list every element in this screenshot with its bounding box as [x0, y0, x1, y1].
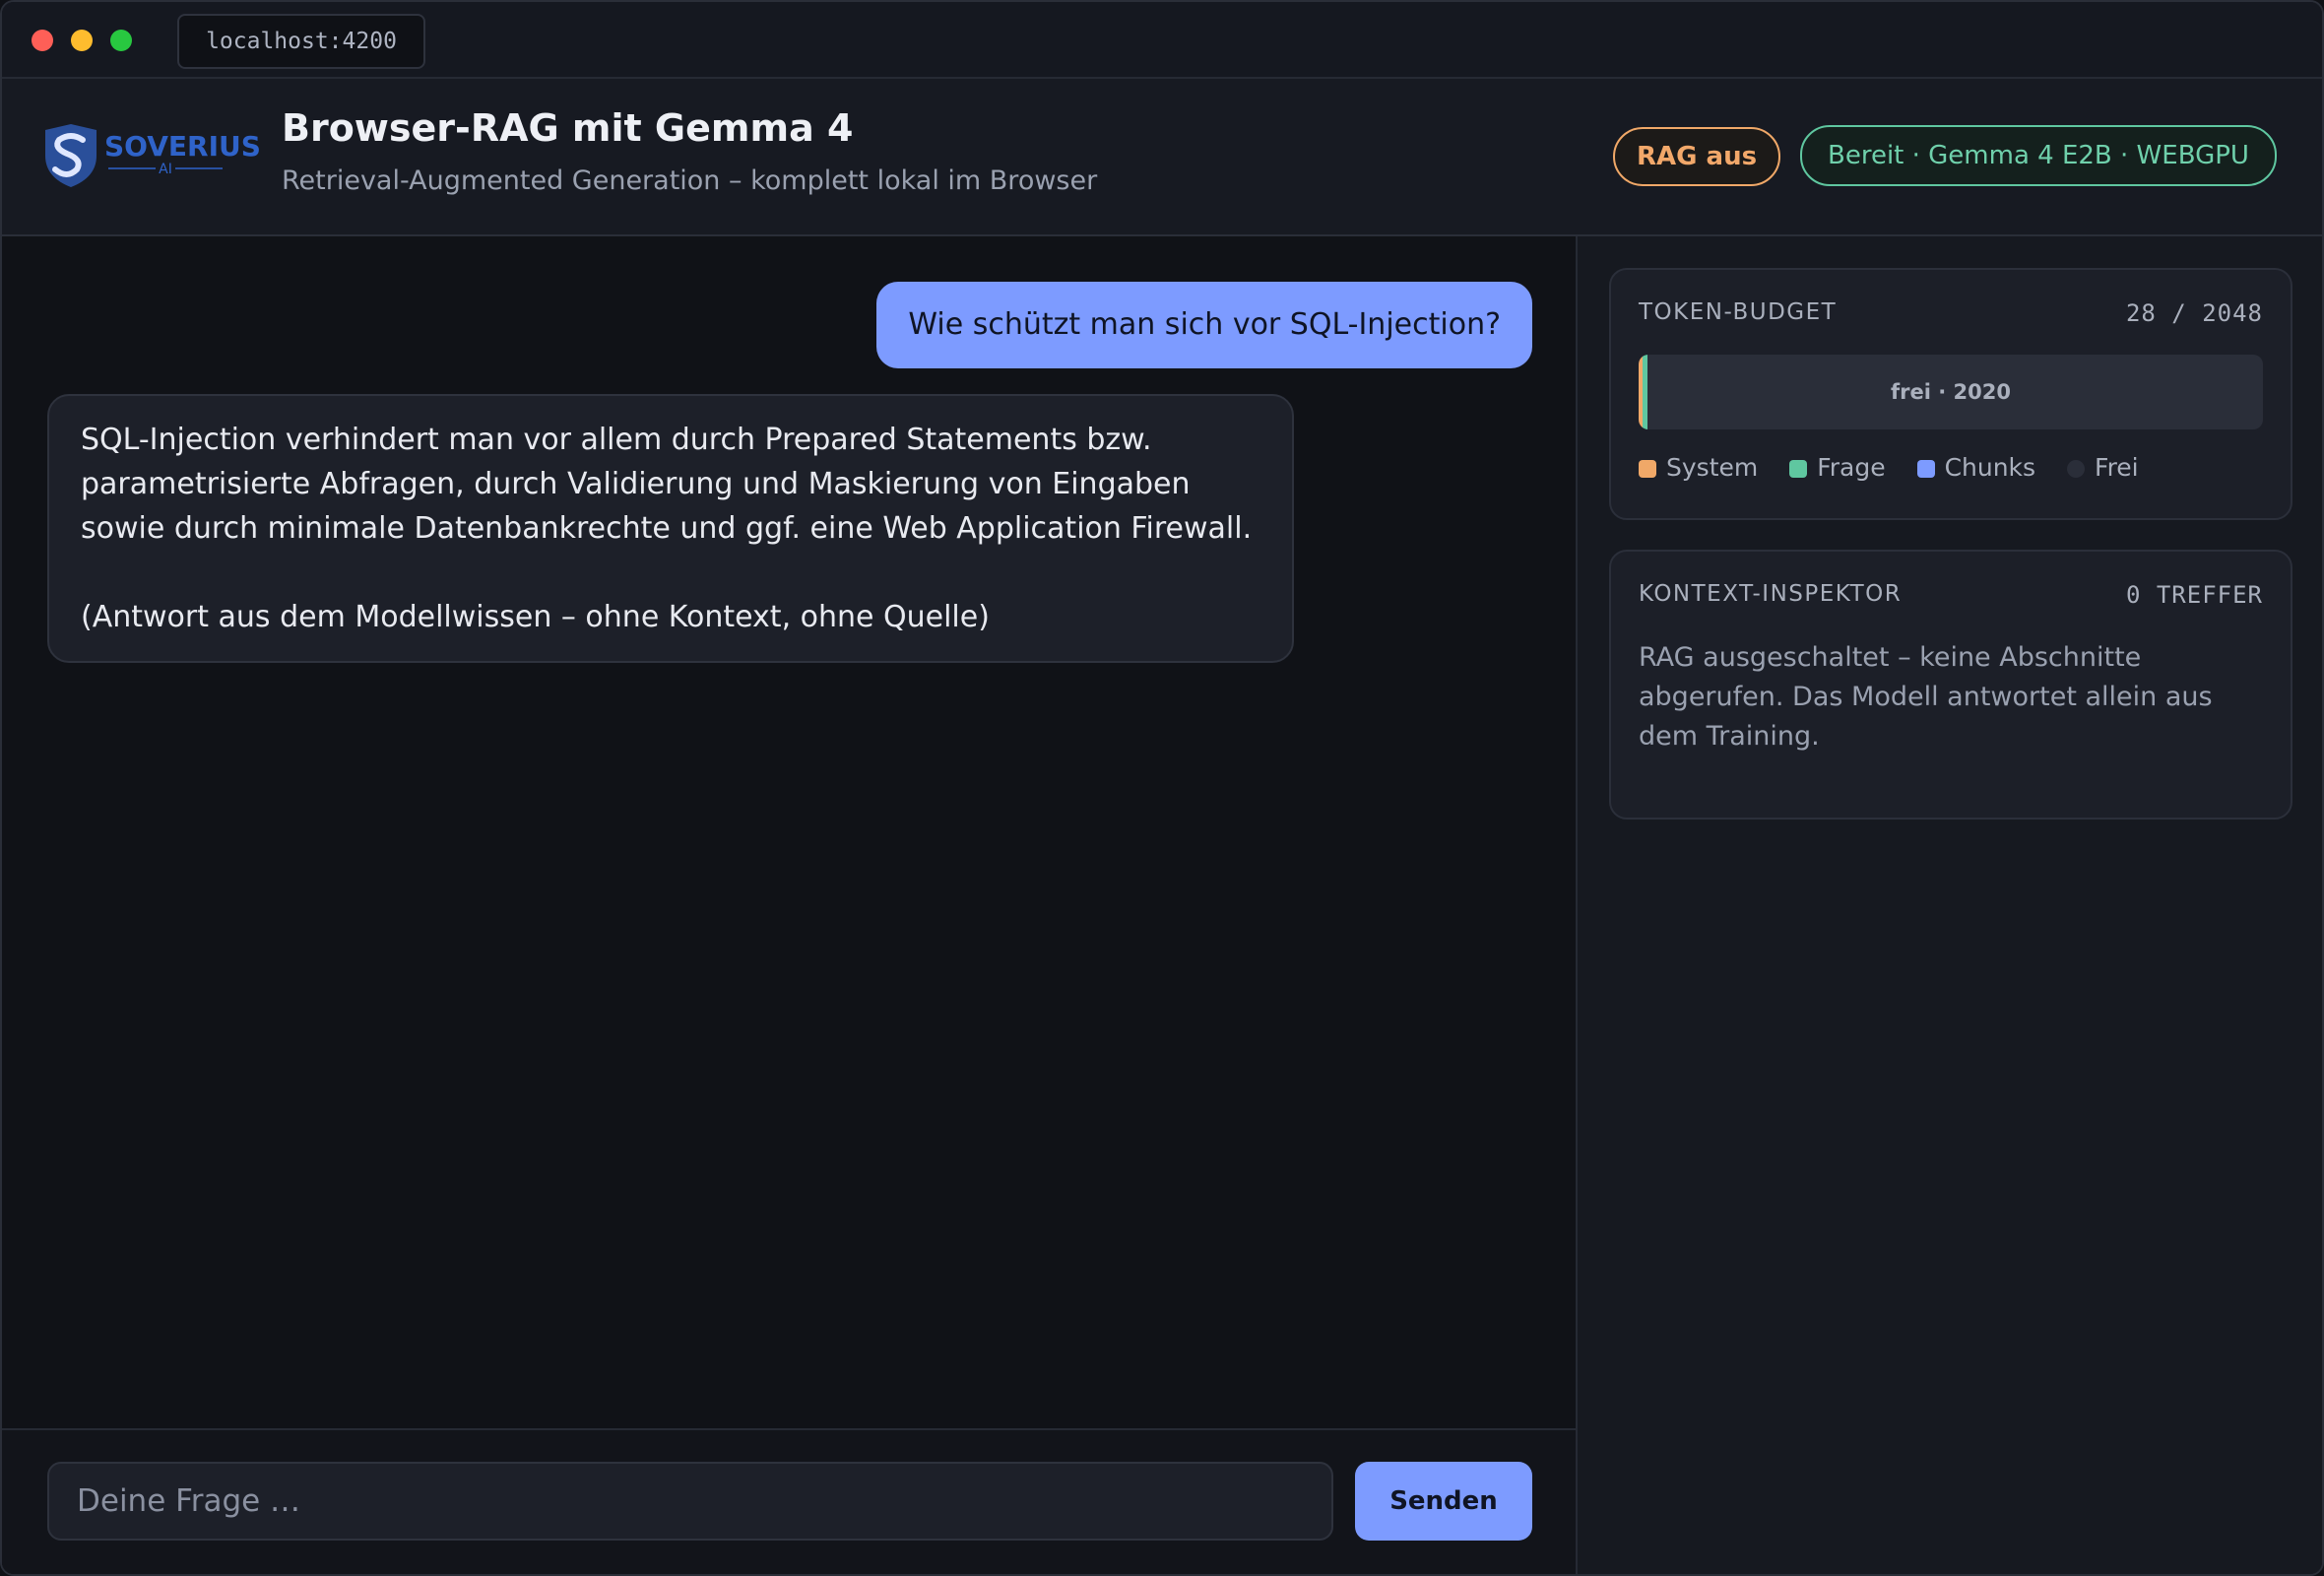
context-inspector-text: RAG ausgeschaltet – keine Abschnitte abg… — [1639, 642, 2213, 752]
chat-panel: Wie schützt man sich vor SQL-Injection? … — [2, 236, 1578, 1574]
legend-swatch — [1789, 460, 1808, 478]
legend-item-frage: Frage — [1789, 453, 1886, 482]
question-input[interactable] — [47, 1462, 1333, 1541]
page-title: Browser-RAG mit Gemma 4 — [282, 106, 854, 150]
token-budget-bar: frei · 2020 — [1639, 355, 2263, 429]
token-budget-label: TOKEN-BUDGET — [1639, 299, 1838, 325]
send-button[interactable]: Senden — [1355, 1462, 1532, 1541]
context-hit-count: 0 TREFFER — [2125, 581, 2263, 609]
legend-swatch — [2067, 460, 2086, 478]
minimize-window-button[interactable] — [71, 30, 93, 51]
context-inspector-label: KONTEXT-INSPEKTOR — [1639, 581, 1903, 607]
user-message: Wie schützt man sich vor SQL-Injection? — [876, 282, 1532, 368]
assistant-message-note: (Antwort aus dem Modellwissen – ohne Kon… — [81, 600, 990, 634]
legend-swatch — [1916, 460, 1935, 478]
legend-label: Frage — [1817, 453, 1886, 482]
svg-text:AI: AI — [159, 162, 172, 177]
token-budget-count: 28 / 2048 — [2125, 299, 2263, 327]
assistant-message-paragraph: SQL-Injection verhindert man vor allem d… — [81, 423, 1253, 546]
legend-label: System — [1666, 453, 1759, 482]
model-status-badge: Bereit · Gemma 4 E2B · WEBGPU — [1800, 125, 2277, 186]
legend-label: Frei — [2095, 453, 2139, 482]
address-bar[interactable]: localhost:4200 — [177, 14, 425, 69]
close-window-button[interactable] — [32, 30, 53, 51]
token-budget-legend: System Frage Chunks Frei — [1639, 453, 2163, 482]
message-composer: Senden — [2, 1428, 1576, 1574]
app-window: localhost:4200 SOVERIUS AI Browser-RAG m… — [0, 0, 2324, 1576]
legend-item-system: System — [1639, 453, 1758, 482]
token-budget-card: TOKEN-BUDGET 28 / 2048 frei · 2020 Syste… — [1609, 268, 2292, 520]
maximize-window-button[interactable] — [110, 30, 132, 51]
app-header: SOVERIUS AI Browser-RAG mit Gemma 4 Retr… — [2, 79, 2322, 236]
side-panel: TOKEN-BUDGET 28 / 2048 frei · 2020 Syste… — [1578, 236, 2322, 1574]
browser-titlebar: localhost:4200 — [2, 2, 2322, 79]
soverius-logo: SOVERIUS AI — [45, 124, 260, 187]
svg-text:SOVERIUS: SOVERIUS — [104, 130, 260, 163]
budget-free-text: frei · 2020 — [1891, 380, 2011, 404]
legend-label: Chunks — [1944, 453, 2036, 482]
context-inspector-card: KONTEXT-INSPEKTOR 0 TREFFER RAG ausgesch… — [1609, 550, 2292, 820]
rag-toggle-badge[interactable]: RAG aus — [1613, 127, 1781, 186]
legend-item-chunks: Chunks — [1916, 453, 2036, 482]
page-subtitle: Retrieval-Augmented Generation – komplet… — [282, 165, 1098, 196]
legend-swatch — [1639, 460, 1656, 478]
legend-item-frei: Frei — [2067, 453, 2139, 482]
assistant-message: SQL-Injection verhindert man vor allem d… — [47, 394, 1294, 663]
